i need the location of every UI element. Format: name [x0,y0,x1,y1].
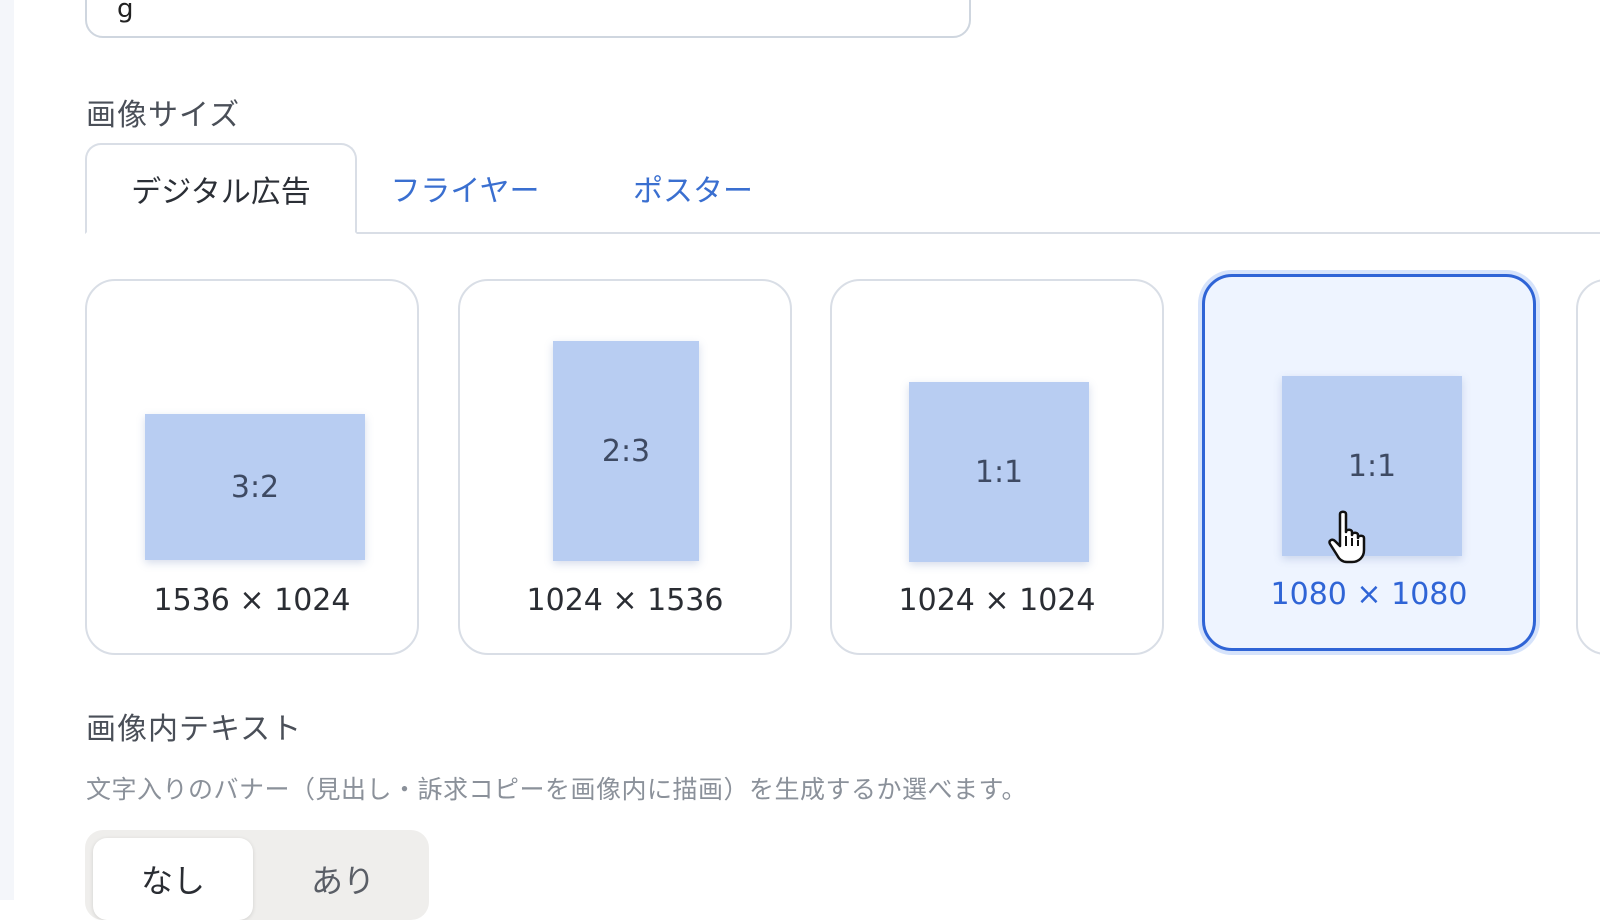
prompt-input[interactable]: g [85,0,971,38]
size-dimensions: 1024 × 1024 [898,583,1096,618]
aspect-preview: 3:2 [145,414,365,560]
left-edge-strip [0,0,14,900]
prompt-input-text: g [117,0,134,24]
toggle-option-yes[interactable]: あり [263,838,423,920]
tab-flyer[interactable]: フライヤー [385,143,545,232]
in-image-text-hint: 文字入りのバナー（見出し・訴求コピーを画像内に描画）を生成するか選べます。 [86,775,1028,804]
aspect-preview: 1:1 [1282,376,1462,556]
size-option-card-1080x1080[interactable]: 1:1 1080 × 1080 [1202,274,1536,651]
tab-poster[interactable]: ポスター [613,143,773,232]
size-category-tabs: デジタル広告 フライヤー ポスター [85,143,1600,234]
tab-digital-ad[interactable]: デジタル広告 [85,143,357,234]
size-option-card-1536x1024[interactable]: 3:2 1536 × 1024 [85,279,419,655]
size-option-card-partial[interactable] [1576,279,1600,655]
in-image-text-label: 画像内テキスト [86,712,303,747]
size-dimensions: 1080 × 1080 [1270,577,1468,612]
aspect-preview: 2:3 [553,341,699,561]
aspect-preview: 1:1 [909,382,1089,562]
size-option-card-1024x1024[interactable]: 1:1 1024 × 1024 [830,279,1164,655]
size-option-card-1024x1536[interactable]: 2:3 1024 × 1536 [458,279,792,655]
image-size-label: 画像サイズ [86,98,241,133]
in-image-text-toggle: なし あり [85,830,429,920]
size-dimensions: 1024 × 1536 [526,583,724,618]
size-dimensions: 1536 × 1024 [153,583,351,618]
hand-pointer-icon [1328,510,1366,564]
toggle-option-none[interactable]: なし [93,838,253,920]
